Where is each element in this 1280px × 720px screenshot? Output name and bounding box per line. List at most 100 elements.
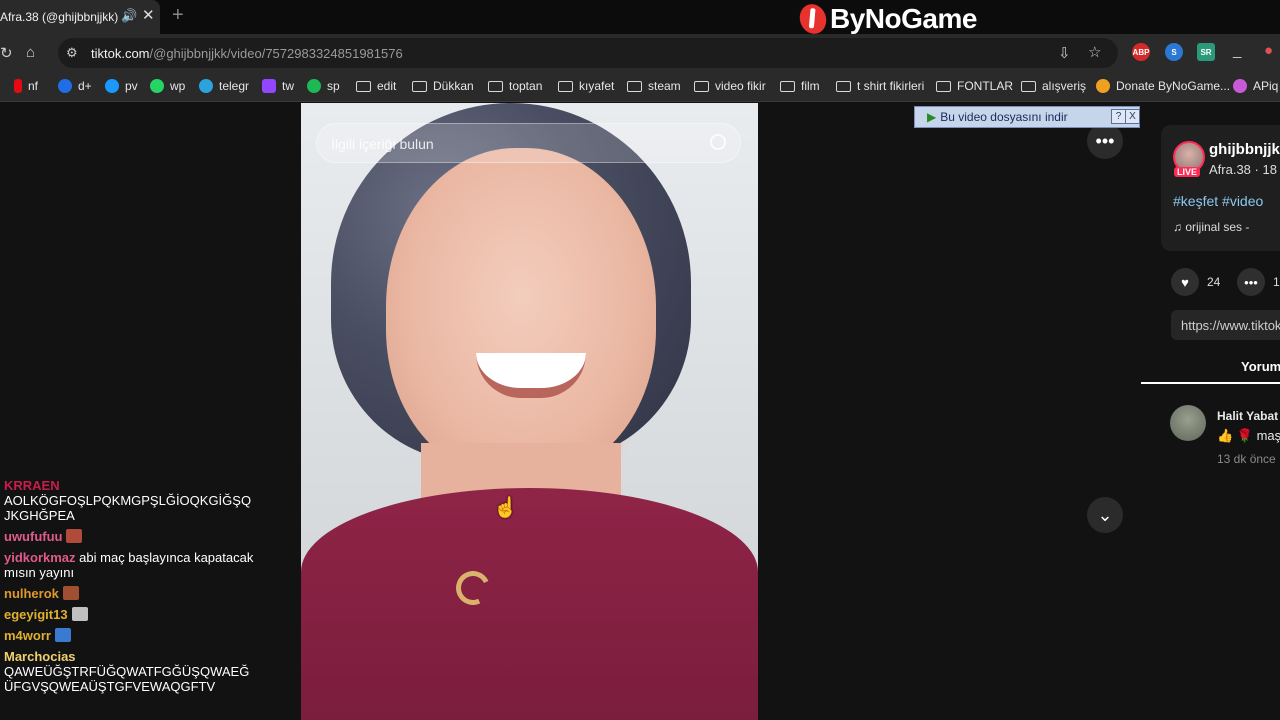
bookmark-label: nf [28, 79, 39, 93]
folder-icon [412, 80, 427, 92]
prime-video-icon [105, 79, 119, 93]
tab-underline [1141, 382, 1280, 384]
hashtags[interactable]: #keşfet #video [1173, 193, 1263, 209]
bookmark-telegram[interactable]: telegr [199, 79, 249, 93]
download-video-bar[interactable]: ▶ Bu video dosyasını indir ? X [914, 106, 1140, 128]
bookmark-folder-fontlar[interactable]: FONTLAR [936, 79, 1013, 93]
video-player[interactable]: İlgili içeriği bulun ☝ [301, 103, 758, 720]
active-tab[interactable]: Afra.38 (@ghijbbnjjkk) | 🔊 ✕ [0, 0, 160, 34]
url-text[interactable]: tiktok.com/@ghijbbnjjkk/video/7572983324… [91, 46, 403, 61]
new-tab-button[interactable]: + [172, 4, 184, 27]
folder-icon [356, 80, 371, 92]
bookmark-spotify[interactable]: sp [307, 79, 340, 93]
chat-message: yidkorkmaz abi maç başlayınca kapatacak … [4, 550, 254, 580]
adblock-icon[interactable]: ABP [1132, 43, 1150, 61]
url-path: /@ghijbbnjjkk/video/7572983324851981576 [149, 46, 403, 61]
reload-icon[interactable]: ↻ [0, 44, 13, 62]
chat-username: KRRAEN [4, 478, 60, 493]
whatsapp-icon [150, 79, 164, 93]
shazam-icon[interactable]: S [1165, 43, 1183, 61]
chat-message: m4worr [4, 628, 254, 643]
related-search-bar[interactable]: İlgili içeriği bulun [316, 123, 741, 163]
bookmark-folder-toptan[interactable]: toptan [488, 79, 542, 93]
folder-icon [694, 80, 709, 92]
folder-icon [1021, 80, 1036, 92]
chat-username: egeyigit13 [4, 607, 68, 622]
heart-icon[interactable]: ♥ [1171, 268, 1199, 296]
copy-link-box[interactable]: https://www.tiktok [1171, 310, 1280, 340]
bookmark-label: wp [170, 79, 186, 93]
bookmark-twitch[interactable]: tw [262, 79, 294, 93]
comment-username[interactable]: Halit Yabat [1217, 409, 1278, 423]
next-video-button[interactable]: ⌄ [1087, 497, 1123, 533]
comment-time: 13 dk önce [1217, 452, 1276, 466]
bookmark-label: alışveriş [1042, 79, 1087, 93]
chat-username: uwufufuu [4, 529, 63, 544]
chat-message: uwufufuu [4, 529, 254, 544]
bynogame-logo: ByNoGame [795, 0, 977, 38]
extension-icon[interactable]: SR [1197, 43, 1215, 61]
video-frame-face [386, 148, 656, 478]
folder-icon [488, 80, 503, 92]
bookmark-folder-kiyafet[interactable]: kıyafet [558, 79, 614, 93]
install-app-icon[interactable]: ⇩ [1058, 44, 1071, 62]
chat-username: nulherok [4, 586, 59, 601]
bookmark-folder-edit[interactable]: edit [356, 79, 396, 93]
profile-icon[interactable]: ● [1264, 42, 1273, 59]
music-link[interactable]: ♫ orijinal ses - [1173, 220, 1249, 234]
bookmark-folder-dukkan[interactable]: Dükkan [412, 79, 474, 93]
bookmark-pv[interactable]: pv [105, 79, 138, 93]
bookmark-donate-bynogame[interactable]: Donate ByNoGame... [1096, 79, 1230, 93]
close-icon[interactable]: ✕ [142, 6, 155, 24]
minimize-icon[interactable]: _ [1233, 42, 1241, 59]
bookmark-label: steam [648, 79, 681, 93]
bookmark-wp[interactable]: wp [150, 79, 185, 93]
bookmark-folder-alisveris[interactable]: alışveriş [1021, 79, 1086, 93]
bookmark-label: kıyafet [579, 79, 615, 93]
video-link-text[interactable]: https://www.tiktok [1181, 318, 1280, 333]
chat-username: m4worr [4, 628, 51, 643]
bookmark-disney[interactable]: d+ [58, 79, 92, 93]
play-icon: ▶ [927, 110, 937, 124]
spotify-icon [307, 79, 321, 93]
help-button[interactable]: ? [1111, 109, 1126, 124]
bookmark-folder-video-fikir[interactable]: video fikir [694, 79, 766, 93]
bookmark-star-icon[interactable]: ☆ [1088, 43, 1101, 61]
bookmark-label: FONTLAR [957, 79, 1014, 93]
bookmark-apiq[interactable]: APiq [1233, 79, 1278, 93]
folder-icon [836, 80, 851, 92]
bookmark-label: Donate ByNoGame... [1116, 79, 1231, 93]
bynogame-logo-icon [795, 0, 831, 38]
chat-username: Marchocias [4, 649, 76, 664]
bookmark-folder-tshirt[interactable]: t shirt fikirleri [836, 79, 924, 93]
comment-avatar[interactable] [1170, 405, 1206, 441]
chat-text: AOLKÖGFOŞLPQKMGPŞLĞİOQKGİĞŞQJKGHĞPEA [4, 493, 252, 523]
browser-toolbar: ↻ ⌂ ⚙ tiktok.com/@ghijbbnjjkk/video/7572… [0, 34, 1280, 72]
comment-icon[interactable]: ••• [1237, 268, 1265, 296]
author-nickname-date: Afra.38 · 18 [1209, 162, 1277, 177]
author-name[interactable]: ghijbbnjjk [1209, 141, 1280, 158]
close-button[interactable]: X [1125, 109, 1140, 124]
site-info-icon[interactable]: ⚙ [66, 45, 78, 61]
address-bar[interactable]: ⚙ tiktok.com/@ghijbbnjjkk/video/75729833… [58, 38, 1118, 68]
bookmark-folder-steam[interactable]: steam [627, 79, 681, 93]
speaker-icon[interactable]: 🔊 [121, 8, 137, 24]
emote-icon [66, 529, 83, 543]
search-icon[interactable] [710, 134, 726, 150]
like-stat[interactable]: ♥ 24 [1171, 268, 1220, 296]
tab-strip: Afra.38 (@ghijbbnjjkk) | 🔊 ✕ + ByNoGame [0, 0, 1280, 38]
bookmark-nf[interactable]: nf [14, 79, 38, 93]
chat-message: KRRAEN AOLKÖGFOŞLPQKMGPŞLĞİOQKGİĞŞQJKGHĞ… [4, 478, 254, 523]
search-input[interactable]: İlgili içeriği bulun [331, 136, 434, 152]
comment-count: 1 [1273, 275, 1280, 289]
chat-message: egeyigit13 [4, 607, 254, 622]
bookmark-folder-film[interactable]: film [780, 79, 820, 93]
chat-message: nulherok [4, 586, 254, 601]
bookmark-label: telegr [219, 79, 250, 93]
more-options-button[interactable]: ••• [1087, 123, 1123, 159]
tab-comments[interactable]: Yorum [1241, 359, 1280, 374]
download-label[interactable]: Bu video dosyasını indir [940, 110, 1067, 124]
home-icon[interactable]: ⌂ [26, 44, 35, 61]
comment-stat[interactable]: ••• 1 [1237, 268, 1280, 296]
chat-text: QAWEÜĞŞTRFÜĞQWATFGĞÜŞQWAEĞÜFGVŞQWEAÜŞTGF… [4, 664, 250, 694]
